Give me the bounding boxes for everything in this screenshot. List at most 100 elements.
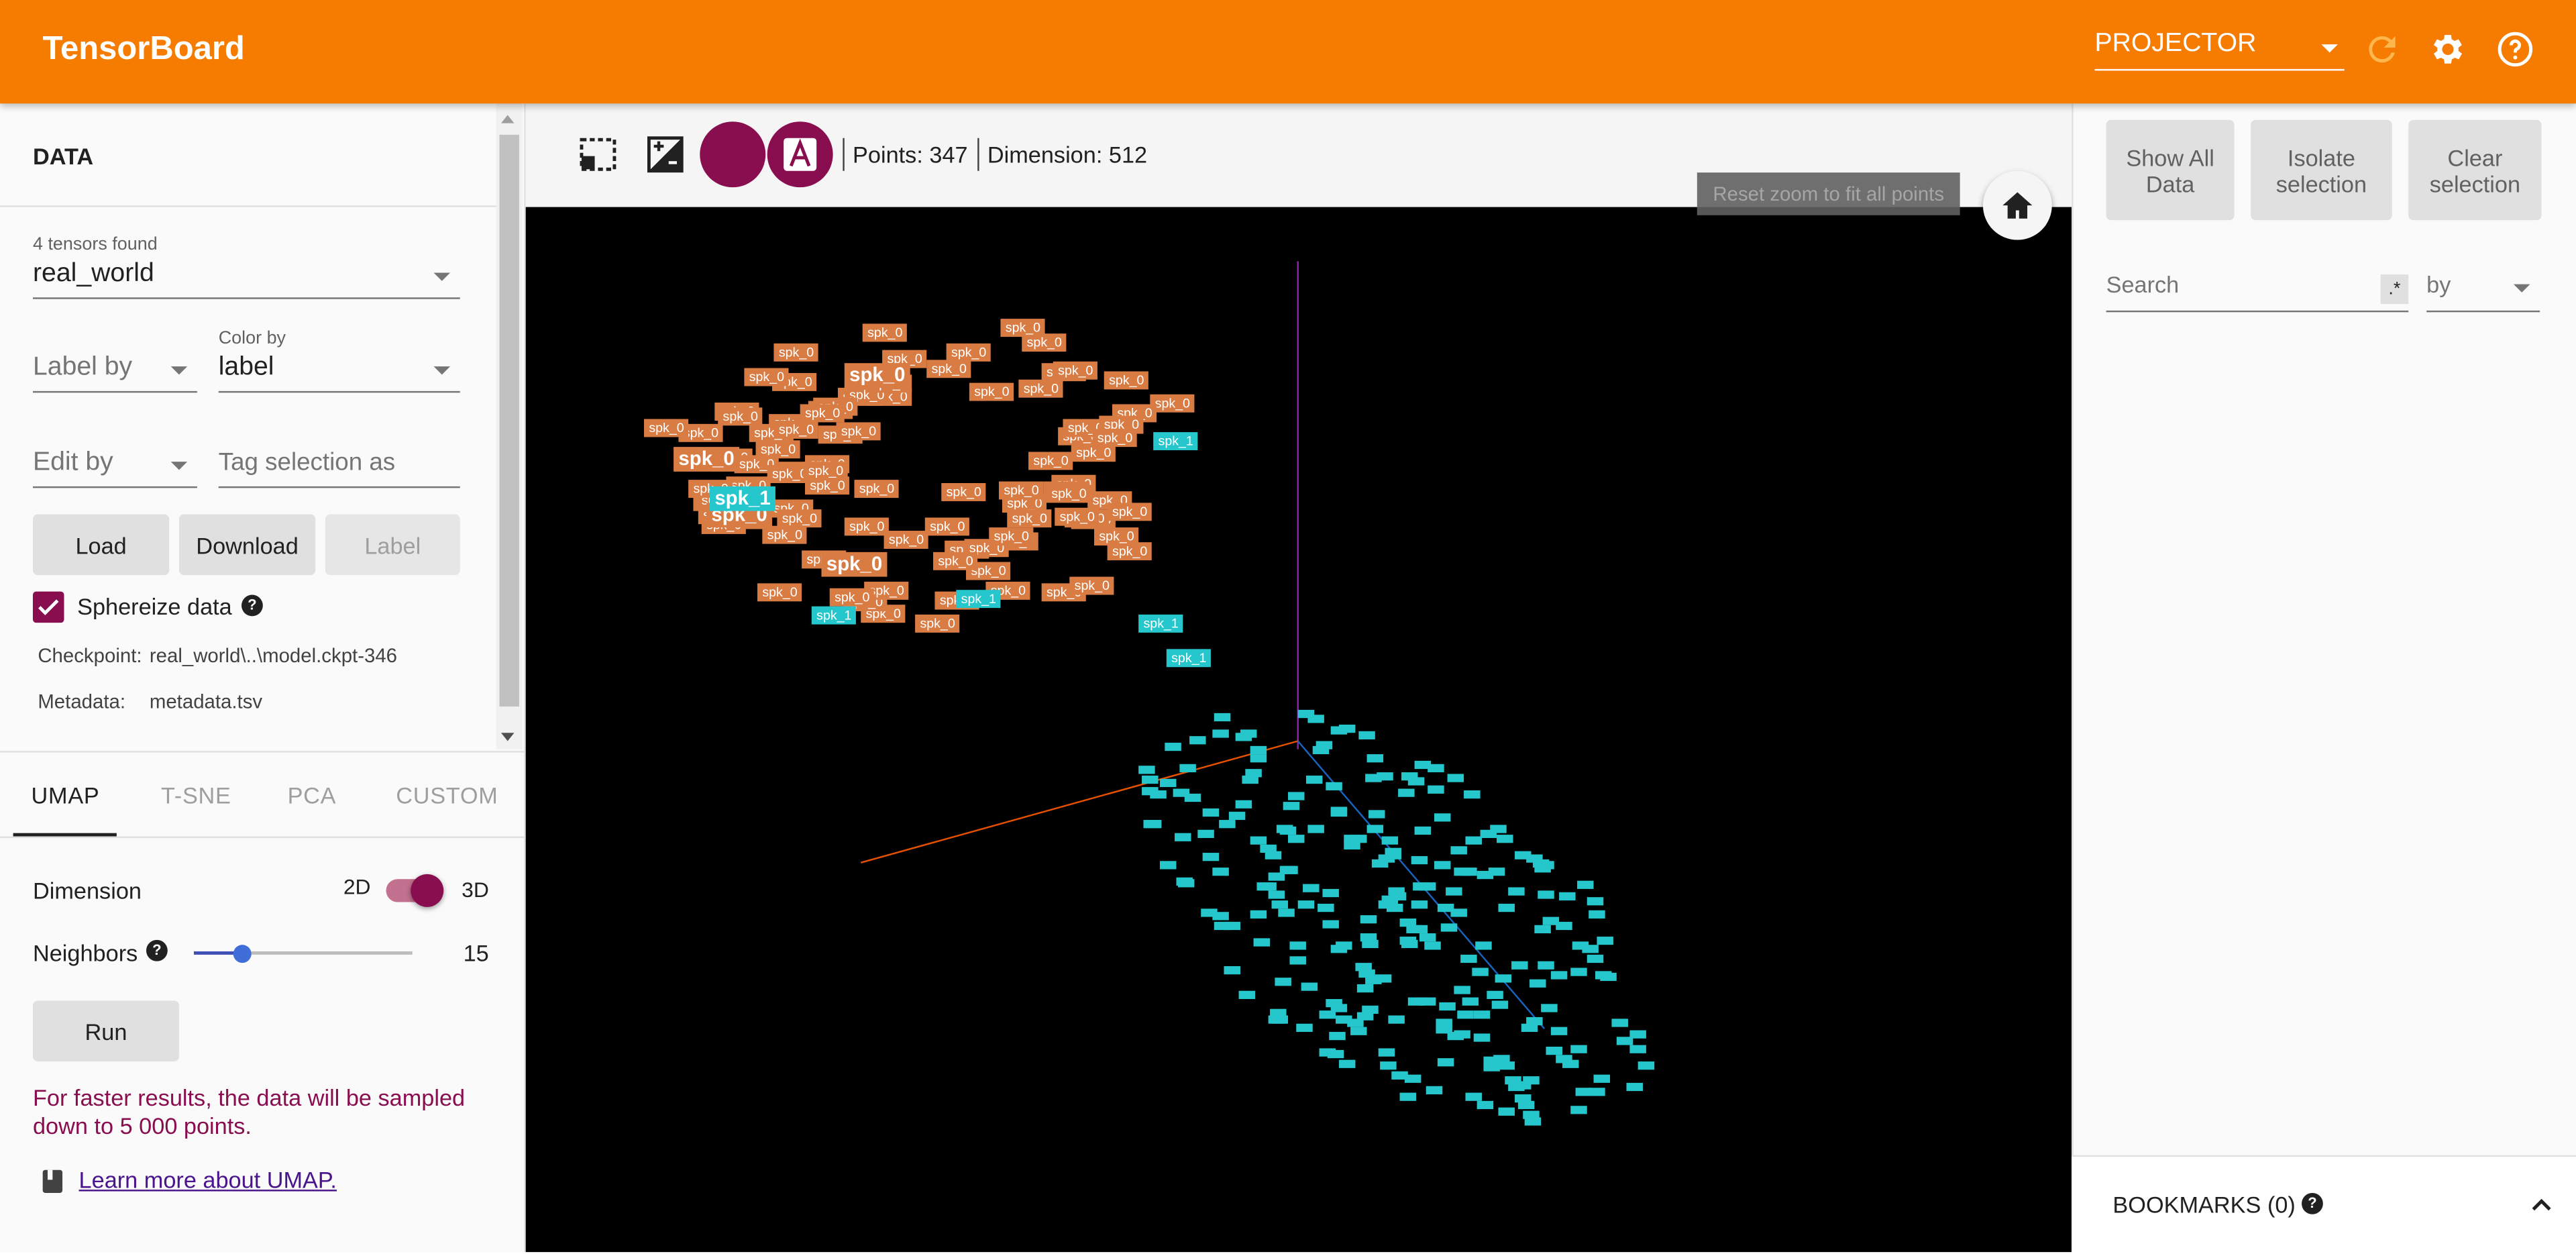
point-spk-1[interactable] [1411,925,1428,934]
point-spk-0[interactable]: spk_0 [803,462,849,480]
regex-toggle[interactable]: .* [2380,274,2409,305]
point-spk-1[interactable] [1398,788,1415,797]
point-spk-1[interactable] [1460,868,1477,876]
point-spk-0[interactable]: spk_0 [1071,443,1116,462]
point-spk-0[interactable]: spk_0 [1107,503,1152,521]
point-spk-0[interactable]: spk_0 [1053,361,1098,380]
point-spk-1[interactable] [1597,936,1613,945]
point-spk-1[interactable] [1184,793,1201,802]
scroll-down-icon[interactable] [500,733,515,741]
point-spk-1[interactable]: spk_1 [956,590,1002,609]
point-spk-1[interactable]: spk_1 [1166,649,1212,668]
point-spk-0[interactable]: spk_0 [998,481,1044,500]
point-spk-1[interactable] [1464,790,1481,799]
point-spk-1[interactable] [1138,766,1155,774]
point-spk-1[interactable] [1330,726,1348,735]
point-spk-1[interactable] [1495,974,1512,983]
point-spk-1[interactable] [1327,1049,1344,1059]
point-spk-0[interactable]: spk_0 [844,363,910,388]
point-spk-1[interactable] [1587,897,1604,906]
point-spk-1[interactable] [1303,884,1320,892]
tensor-select[interactable]: real_world [32,260,460,299]
point-spk-1[interactable] [1577,880,1594,889]
point-spk-1[interactable] [1538,961,1554,970]
point-spk-1[interactable] [1250,745,1267,755]
point-spk-1[interactable] [1322,888,1339,898]
point-spk-1[interactable] [1529,979,1546,988]
point-spk-0[interactable]: spk_0 [773,343,819,362]
point-spk-1[interactable] [1214,713,1231,722]
point-spk-1[interactable] [1142,775,1159,784]
point-spk-0[interactable]: spk_0 [836,422,881,441]
point-spk-1[interactable] [1559,892,1576,901]
point-spk-1[interactable] [1301,982,1318,991]
point-spk-1[interactable] [1250,754,1267,763]
point-spk-1[interactable] [1142,787,1159,796]
help-icon[interactable] [2496,30,2535,69]
point-spk-1[interactable] [1434,813,1451,822]
point-spk-1[interactable] [1401,939,1418,949]
point-spk-1[interactable] [1426,1086,1443,1095]
point-spk-1[interactable] [1212,729,1229,738]
point-spk-1[interactable] [1319,1010,1336,1019]
point-spk-1[interactable] [1437,903,1454,912]
download-button[interactable]: Download [178,514,316,576]
point-spk-1[interactable]: spk_1 [709,486,776,511]
point-spk-1[interactable] [1189,736,1206,745]
point-spk-1[interactable] [1197,829,1214,838]
label-mode-button[interactable] [767,121,833,188]
point-spk-1[interactable] [1179,764,1196,773]
dimension-toggle-knob[interactable] [411,874,444,907]
point-spk-1[interactable] [1329,1031,1346,1041]
clear-selection-button[interactable]: Clear selection [2408,119,2542,221]
point-spk-1[interactable] [1350,1027,1367,1035]
point-spk-1[interactable] [1330,806,1348,815]
point-spk-1[interactable] [1399,1092,1417,1101]
load-button[interactable]: Load [32,514,170,576]
point-spk-1[interactable] [1159,778,1177,788]
point-spk-1[interactable] [1587,954,1604,963]
point-spk-1[interactable] [1572,941,1589,950]
point-spk-1[interactable] [1424,941,1441,950]
point-spk-1[interactable] [1358,731,1375,740]
point-spk-1[interactable] [1356,984,1374,993]
point-spk-1[interactable] [1465,836,1482,845]
point-spk-1[interactable] [1268,1015,1285,1024]
label-by-select[interactable]: Label by [32,354,197,393]
point-spk-1[interactable] [1219,820,1236,829]
point-spk-1[interactable] [1165,742,1181,751]
point-spk-1[interactable] [1159,861,1177,870]
point-spk-1[interactable] [1380,1061,1397,1070]
point-spk-1[interactable] [1355,963,1372,972]
point-spk-0[interactable]: spk_0 [829,588,875,607]
point-spk-1[interactable] [1570,968,1587,976]
point-spk-1[interactable] [1202,853,1220,861]
isolate-selection-button[interactable]: Isolate selection [2251,119,2392,221]
point-spk-0[interactable]: spk_0 [762,525,808,544]
point-spk-1[interactable] [1278,908,1295,917]
point-spk-0[interactable]: spk_0 [844,517,890,536]
dark-mode-button[interactable] [700,121,766,188]
point-spk-0[interactable]: spk_0 [777,509,822,528]
point-spk-1[interactable] [1428,764,1444,773]
point-spk-1[interactable] [1371,859,1389,868]
point-spk-0[interactable]: spk_0 [989,527,1034,546]
point-spk-1[interactable] [1326,782,1342,790]
point-spk-1[interactable] [1238,990,1256,999]
point-spk-1[interactable] [1202,808,1220,817]
point-spk-1[interactable] [1419,933,1436,942]
point-spk-1[interactable] [1589,1088,1605,1096]
point-spk-1[interactable] [1460,954,1477,963]
point-spk-0[interactable]: spk_0 [926,360,972,378]
point-spk-1[interactable] [1175,833,1191,841]
point-spk-1[interactable] [1411,900,1428,909]
point-spk-1[interactable] [1514,1081,1532,1090]
point-spk-1[interactable] [1541,1004,1558,1012]
point-spk-1[interactable] [1250,910,1267,919]
point-spk-1[interactable] [1447,774,1464,782]
point-spk-0[interactable]: spk_0 [1094,527,1140,546]
point-spk-1[interactable] [1235,733,1252,741]
point-spk-1[interactable] [1275,978,1291,986]
point-spk-1[interactable] [1477,1100,1494,1110]
point-spk-1[interactable] [1497,835,1513,843]
